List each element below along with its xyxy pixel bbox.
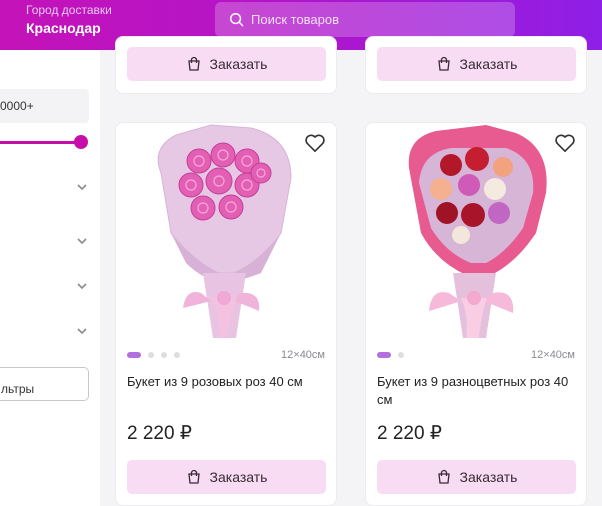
price-slider-thumb[interactable] [74, 135, 88, 149]
image-carousel-dots[interactable] [377, 352, 411, 358]
chevron-down-icon[interactable] [76, 326, 88, 336]
product-card[interactable]: 12×40см Букет из 9 розовых роз 40 см 2 2… [115, 122, 337, 506]
order-button[interactable]: Заказать [127, 460, 326, 494]
search-icon[interactable] [229, 12, 244, 27]
order-button-label: Заказать [209, 469, 268, 485]
shopping-bag-icon [187, 469, 200, 484]
order-button[interactable]: Заказать [377, 47, 576, 81]
search-input[interactable] [251, 12, 491, 27]
heart-favorite-icon[interactable] [304, 133, 326, 153]
product-price: 2 220 ₽ [377, 423, 442, 444]
product-image[interactable] [391, 123, 561, 348]
shopping-bag-icon [437, 469, 450, 484]
product-size: 12×40см [531, 349, 575, 361]
carousel-dot-active[interactable] [377, 352, 391, 358]
product-image[interactable] [141, 123, 311, 348]
carousel-dot[interactable] [174, 352, 180, 358]
filter-sidebar: 0000+ льтры [0, 50, 100, 506]
carousel-dot[interactable] [398, 352, 404, 358]
delivery-city-selector[interactable]: Город доставки Краснодар [26, 3, 112, 37]
product-title[interactable]: Букет из 9 розовых роз 40 см [127, 373, 332, 391]
order-button[interactable]: Заказать [377, 460, 576, 494]
chevron-down-icon[interactable] [76, 182, 88, 192]
shopping-bag-icon [437, 56, 450, 71]
order-button-label: Заказать [459, 56, 518, 72]
delivery-city-name[interactable]: Краснодар [26, 19, 112, 37]
product-card-top-right: Заказать [365, 36, 587, 94]
filters-button[interactable]: льтры [0, 367, 89, 401]
order-button[interactable]: Заказать [127, 47, 326, 81]
carousel-dot[interactable] [161, 352, 167, 358]
order-button-label: Заказать [209, 56, 268, 72]
delivery-city-caption: Город доставки [26, 3, 112, 17]
image-carousel-dots[interactable] [127, 352, 187, 358]
product-price: 2 220 ₽ [127, 423, 192, 444]
heart-favorite-icon[interactable] [554, 133, 576, 153]
carousel-dot[interactable] [148, 352, 154, 358]
shopping-bag-icon [187, 56, 200, 71]
product-size: 12×40см [281, 349, 325, 361]
product-card-top-left: Заказать [115, 36, 337, 94]
price-max-field[interactable]: 0000+ [0, 89, 89, 123]
order-button-label: Заказать [459, 469, 518, 485]
search-bar[interactable] [215, 2, 515, 37]
price-slider-track[interactable] [0, 141, 78, 144]
chevron-down-icon[interactable] [76, 236, 88, 246]
chevron-down-icon[interactable] [76, 281, 88, 291]
product-title[interactable]: Букет из 9 разноцветных роз 40 см [377, 373, 582, 409]
product-card[interactable]: 12×40см Букет из 9 разноцветных роз 40 с… [365, 122, 587, 506]
carousel-dot-active[interactable] [127, 352, 141, 358]
